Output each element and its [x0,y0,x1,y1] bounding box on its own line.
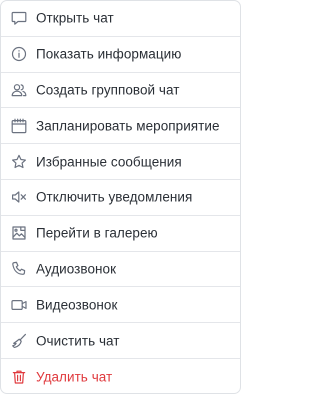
menu-item-create-group-chat[interactable]: Создать групповой чат [1,73,240,109]
trash-icon [10,368,28,386]
menu-item-label: Запланировать мероприятие [36,118,220,134]
menu-item-video-call[interactable]: Видеозвонок [1,287,240,324]
menu-item-audio-call[interactable]: Аудиозвонок [1,252,240,288]
video-icon [10,296,28,314]
menu-item-label: Очистить чат [36,333,120,349]
gallery-icon [10,224,28,242]
menu-item-clear-chat[interactable]: Очистить чат [1,323,240,359]
broom-icon [10,332,28,350]
menu-item-label: Избранные сообщения [36,154,182,170]
menu-item-mute-notifications[interactable]: Отключить уведомления [1,180,240,216]
context-menu: Открыть чат Показать информацию Создать … [0,0,241,394]
calendar-icon [10,117,28,135]
menu-item-label: Удалить чат [36,369,113,385]
mute-icon [10,188,28,206]
menu-item-label: Видеозвонок [36,297,118,313]
menu-item-favorite-messages[interactable]: Избранные сообщения [1,144,240,180]
menu-item-label: Создать групповой чат [36,82,180,98]
menu-item-schedule-event[interactable]: Запланировать мероприятие [1,108,240,145]
star-icon [10,153,28,171]
phone-icon [10,260,28,278]
group-icon [10,81,28,99]
menu-item-open-chat[interactable]: Открыть чат [1,1,240,37]
menu-item-go-to-gallery[interactable]: Перейти в галерею [1,216,240,252]
menu-item-label: Аудиозвонок [36,261,117,277]
menu-item-label: Перейти в галерею [36,225,158,241]
menu-item-label: Показать информацию [36,46,182,62]
menu-item-label: Отключить уведомления [36,189,193,205]
info-icon [10,45,28,63]
chat-bubble-icon [10,9,28,27]
menu-item-delete-chat[interactable]: Удалить чат [1,359,240,393]
menu-item-show-info[interactable]: Показать информацию [1,37,240,73]
menu-item-label: Открыть чат [36,10,114,26]
